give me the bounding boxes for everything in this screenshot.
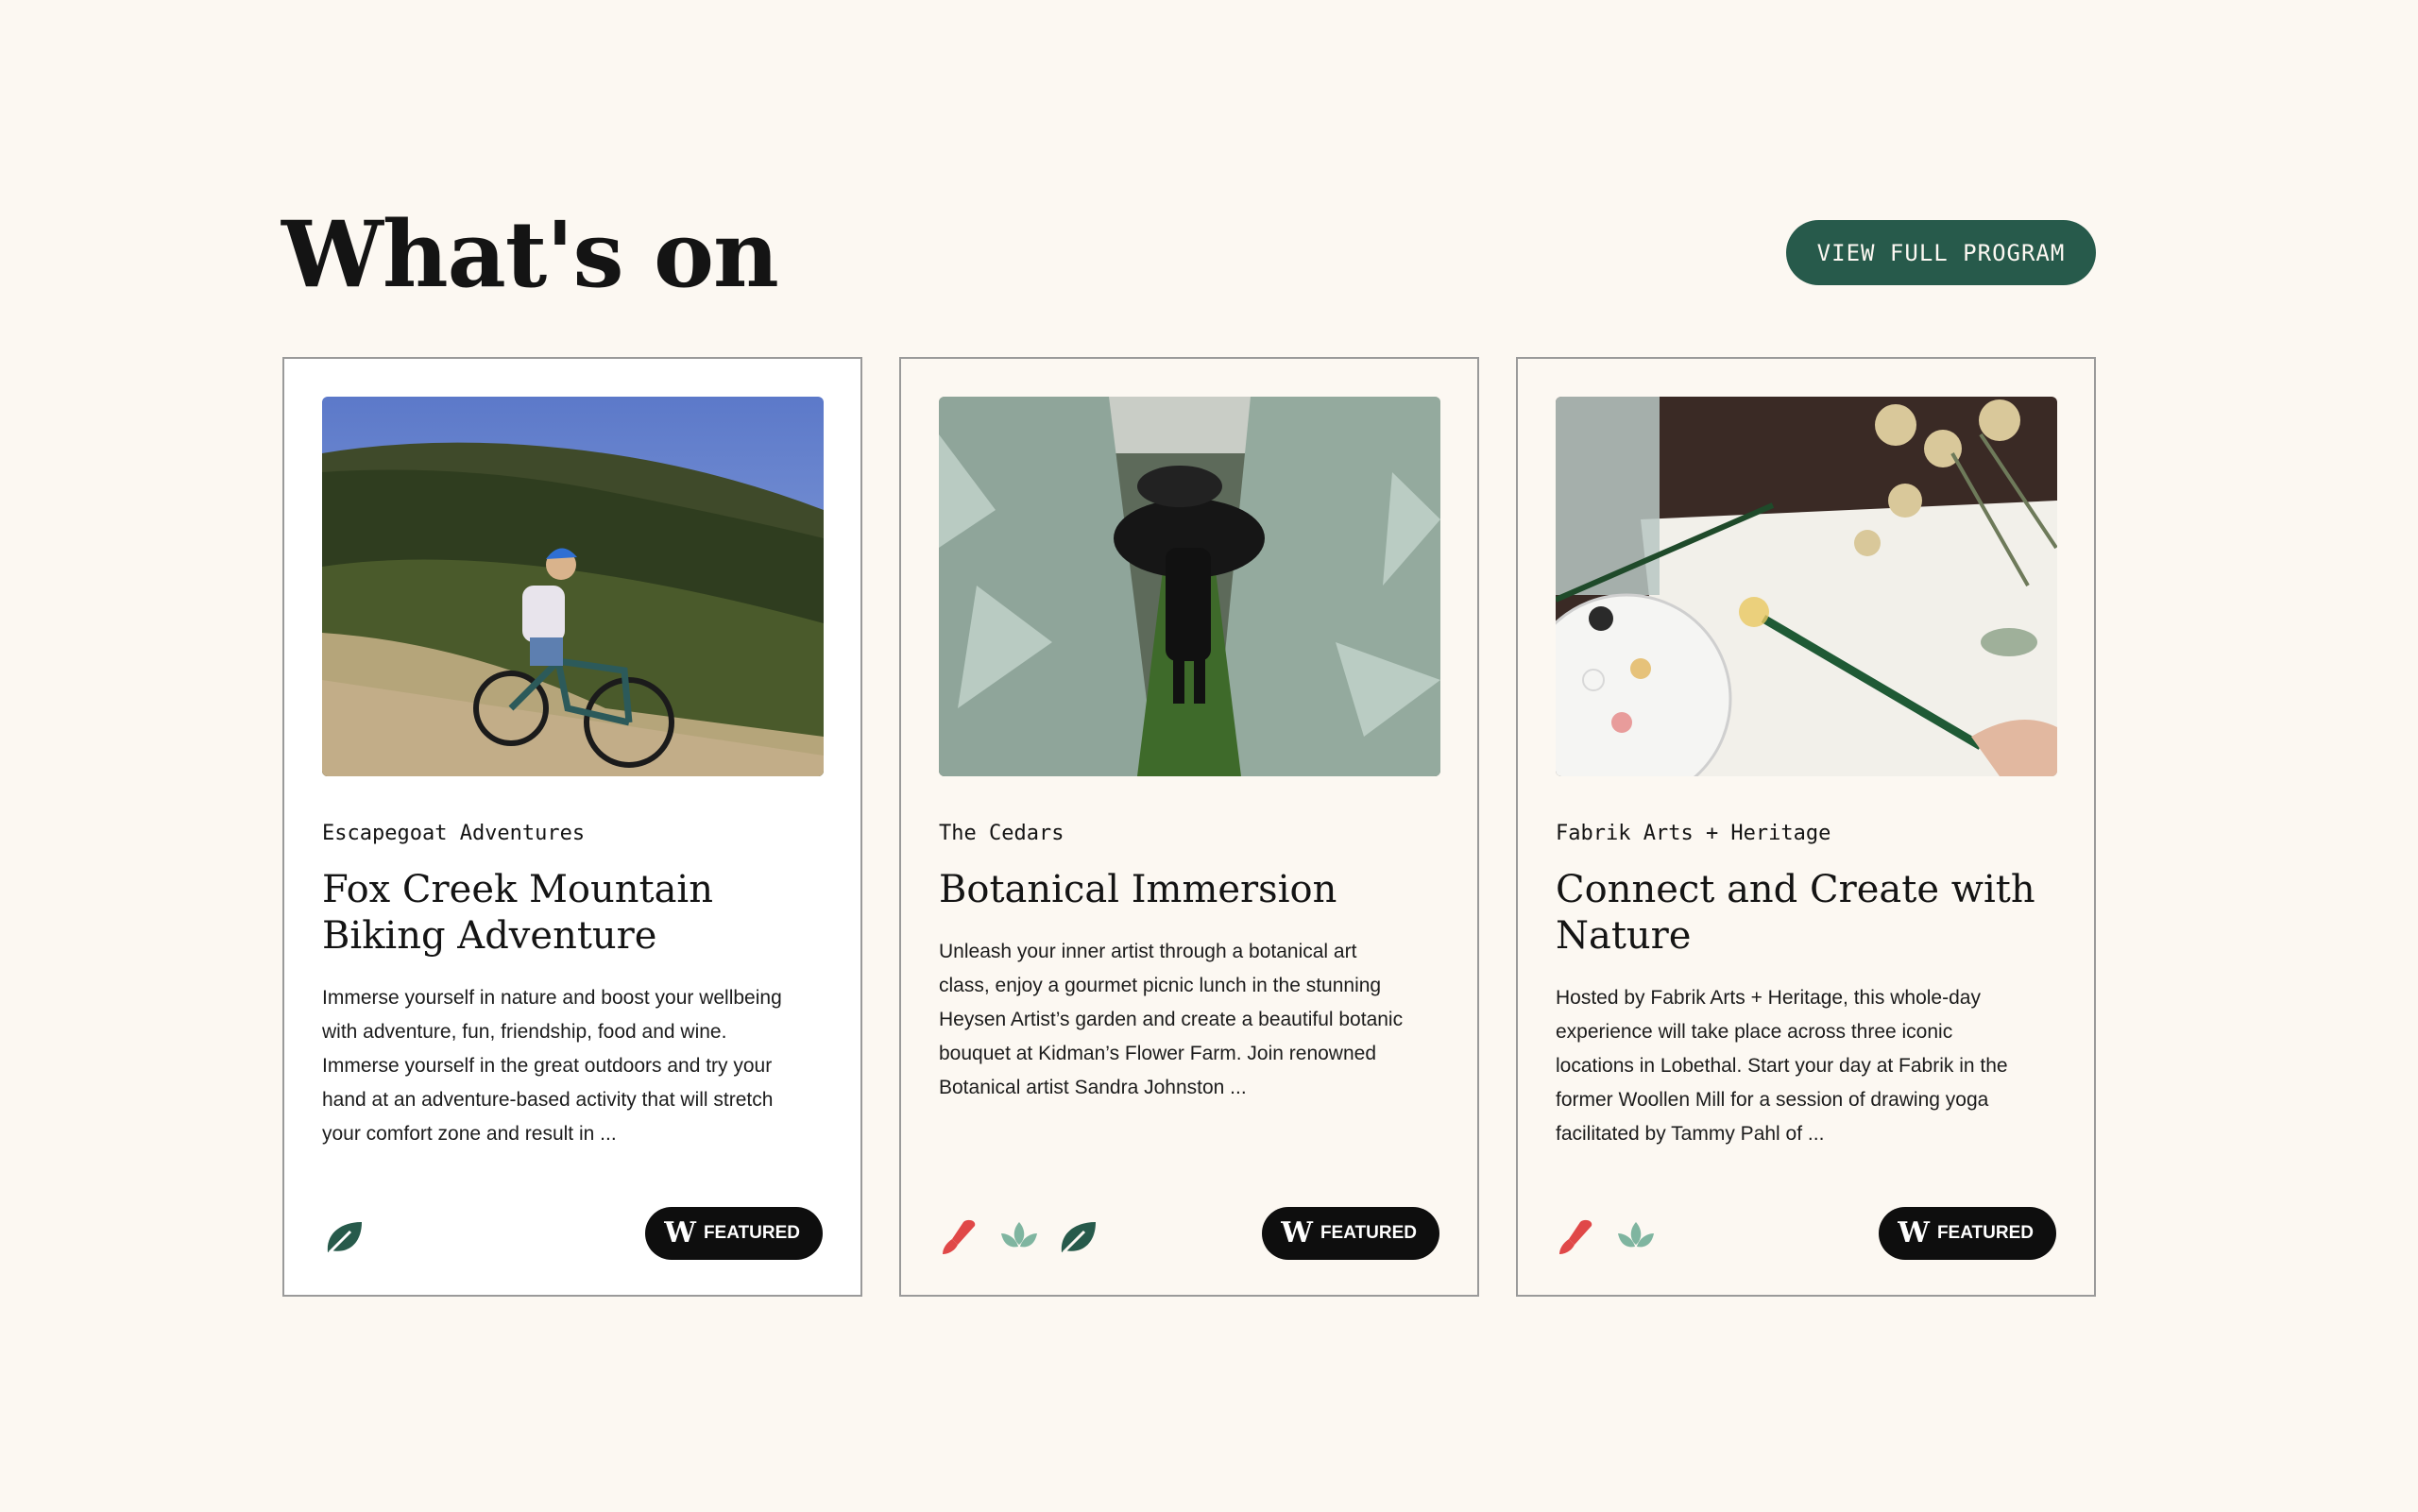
event-organizer: Escapegoat Adventures [322, 822, 586, 845]
paintbrush-icon [1559, 1219, 1592, 1254]
featured-logo-icon: W [664, 1216, 696, 1249]
event-card[interactable]: The Cedars Botanical Immersion Unleash y… [899, 357, 1479, 1297]
featured-badge: W FEATURED [1879, 1207, 2056, 1260]
featured-badge: W FEATURED [645, 1207, 823, 1260]
event-image-botanical[interactable] [939, 397, 1440, 776]
event-card[interactable]: Escapegoat Adventures Fox Creek Mountain… [282, 357, 862, 1297]
leaf-icon [1061, 1222, 1096, 1254]
event-title[interactable]: Botanical Immersion [939, 867, 1430, 913]
category-icons [1556, 1215, 1658, 1258]
event-title[interactable]: Fox Creek Mountain Biking Adventure [322, 867, 813, 960]
event-description: Unleash your inner artist through a bota… [939, 941, 1404, 1098]
view-full-program-button[interactable]: VIEW FULL PROGRAM [1786, 220, 2096, 285]
category-icons [322, 1215, 366, 1258]
featured-badge: W FEATURED [1262, 1207, 1439, 1260]
featured-label: FEATURED [1320, 1223, 1417, 1243]
leaf-icon [327, 1222, 362, 1254]
event-image-biking[interactable] [322, 397, 824, 776]
featured-logo-icon: W [1898, 1216, 1930, 1249]
featured-label: FEATURED [703, 1223, 800, 1243]
event-image-painting[interactable] [1556, 397, 2057, 776]
event-description: Immerse yourself in nature and boost you… [322, 987, 782, 1145]
page-title: What's on [281, 201, 779, 308]
lotus-icon [1001, 1222, 1037, 1248]
event-description: Hosted by Fabrik Arts + Heritage, this w… [1556, 987, 2008, 1145]
featured-label: FEATURED [1936, 1223, 2034, 1243]
event-organizer: Fabrik Arts + Heritage [1556, 822, 1831, 845]
event-title[interactable]: Connect and Create with Nature [1556, 867, 2047, 960]
event-organizer: The Cedars [939, 822, 1064, 845]
event-card[interactable]: Fabrik Arts + Heritage Connect and Creat… [1516, 357, 2096, 1297]
featured-logo-icon: W [1281, 1216, 1313, 1249]
paintbrush-icon [943, 1219, 976, 1254]
category-icons [939, 1215, 1099, 1258]
lotus-icon [1618, 1222, 1654, 1248]
